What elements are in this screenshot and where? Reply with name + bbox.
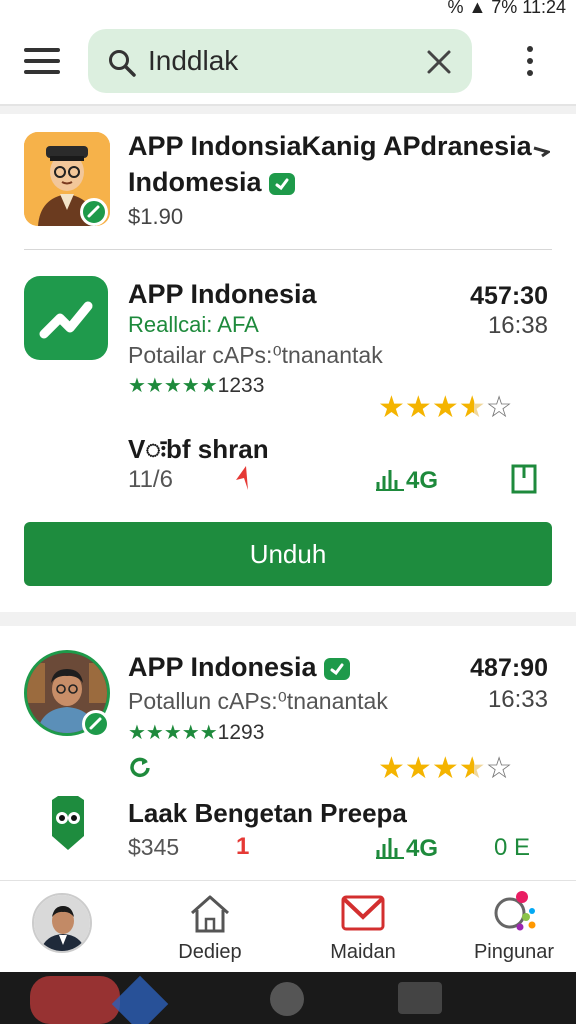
app2-sub-title: Laak Bengetan Preepa — [128, 798, 407, 828]
red-pin-icon — [236, 466, 248, 490]
status-icons: % ▲ 7% 11:24 — [447, 0, 566, 18]
featured-app-title-line2: Indomesia — [128, 167, 262, 197]
colorful-settings-icon — [494, 891, 536, 931]
profile-avatar[interactable] — [32, 893, 92, 953]
star-empty-icon: ☆ — [485, 391, 513, 424]
app1-signal-action[interactable]: 4G — [376, 466, 438, 495]
nav-item-mail[interactable]: Maidan — [318, 881, 408, 973]
app2-value-time: 16:33 — [487, 686, 548, 713]
divider — [24, 249, 552, 250]
app1-description: Potailar cAPs:⁰tnanantak — [128, 342, 383, 368]
star-empty-icon: ☆ — [485, 752, 513, 785]
verified-badge-icon — [82, 710, 110, 738]
app1-title: APP Indonesia — [128, 279, 317, 309]
profile-avatar-icon — [34, 895, 90, 951]
app2-sub-price: $345 — [128, 834, 180, 860]
app2-value-top: 487:90 — [470, 654, 548, 682]
app2-title: APP Indonesia — [128, 652, 317, 682]
blurred-shape — [30, 976, 120, 1024]
results-card: APP IndonsiaKanig APdranesia Indomesia $… — [0, 114, 576, 612]
app2-signal-action[interactable]: 4G — [376, 834, 438, 863]
system-nav-bar — [0, 972, 576, 1024]
featured-app-title: APP IndonsiaKanig APdranesia — [128, 131, 532, 161]
featured-app-title-line2-row: Indomesia — [128, 167, 296, 198]
mail-icon — [341, 895, 385, 931]
search-input[interactable] — [148, 43, 408, 79]
nav-item-home[interactable]: Dediep — [168, 881, 252, 973]
app1-rating-count: 1233 — [217, 374, 265, 397]
app2-small-rating: ★★★★★1293 — [128, 720, 264, 745]
app1-icon[interactable] — [24, 276, 108, 360]
app1-feature-count: 11/6 — [128, 466, 173, 493]
status-bar: % ▲ 7% 11:24 — [0, 0, 576, 20]
app1-small-rating: ★★★★★1233 — [128, 373, 264, 398]
app2-description: Potallun cAPs:⁰tnanantak — [128, 688, 388, 714]
app1-subtitle: Reallcai: AFA — [128, 312, 259, 337]
chevron-icon[interactable] — [532, 144, 550, 160]
app1-value-time: 16:38 — [487, 312, 548, 339]
app2-action-right[interactable]: 0 E — [494, 834, 530, 862]
refresh-icon[interactable] — [128, 754, 152, 778]
nav-label-mail: Maidan — [330, 941, 396, 963]
signal-icon — [376, 470, 404, 491]
featured-app-price: $1.90 — [128, 204, 184, 229]
nav-label-home: Dediep — [178, 941, 242, 963]
star-full-icon: ★ — [431, 752, 459, 785]
top-bar — [0, 20, 576, 106]
home-nav-icon[interactable] — [270, 982, 304, 1016]
more-options-icon[interactable] — [524, 46, 536, 82]
search-icon — [109, 50, 136, 77]
app1-action-label: 4G — [406, 467, 439, 494]
menu-icon[interactable] — [24, 48, 60, 74]
star-half-icon: ★ — [458, 391, 486, 424]
search-box[interactable] — [88, 29, 472, 93]
bookmark-icon[interactable] — [510, 464, 538, 494]
star-full-icon: ★ — [378, 391, 405, 424]
app2-sub-number: 1 — [236, 833, 250, 860]
star-full-icon: ★ — [431, 391, 459, 424]
clear-icon[interactable] — [426, 49, 452, 75]
bottom-nav: Dediep Maidan Pingunar — [0, 880, 576, 972]
app1-feature-title: Vःbf shran — [128, 434, 269, 464]
signal-icon — [376, 838, 404, 859]
star-full-icon: ★ — [404, 752, 432, 785]
nav-label-settings: Pingunar — [473, 941, 555, 963]
app2-star-rating: ★ ★ ★ ★ ☆ — [378, 754, 513, 784]
star-full-icon: ★ — [404, 391, 432, 424]
app2-title-row: APP Indonesia — [128, 652, 351, 683]
app2-rating-count: 1293 — [217, 721, 265, 744]
trend-arrow-icon — [39, 301, 93, 339]
star-full-icon: ★ — [378, 752, 405, 785]
app1-small-stars: ★★★★★ — [128, 375, 218, 397]
app1-star-rating: ★ ★ ★ ★ ☆ — [378, 393, 513, 423]
app2-action-label: 4G — [406, 835, 439, 862]
recents-nav-icon[interactable] — [398, 982, 442, 1014]
app1-value-top: 457:30 — [470, 282, 548, 310]
results-card-2: APP Indonesia Potallun cAPs:⁰tnanantak ★… — [0, 626, 576, 880]
verified-check-icon — [269, 172, 296, 195]
verified-badge-icon — [80, 198, 108, 226]
app2-small-stars: ★★★★★ — [128, 722, 218, 744]
home-icon — [191, 895, 229, 933]
blurred-shape — [111, 975, 169, 1024]
download-button[interactable]: Unduh — [24, 522, 552, 586]
status-text: % ▲ 7% 11:24 — [447, 0, 566, 17]
verified-check-icon — [324, 657, 351, 680]
star-half-icon: ★ — [458, 752, 486, 785]
owl-app-icon[interactable] — [48, 796, 88, 852]
nav-item-settings[interactable]: Pingunar — [466, 881, 562, 973]
